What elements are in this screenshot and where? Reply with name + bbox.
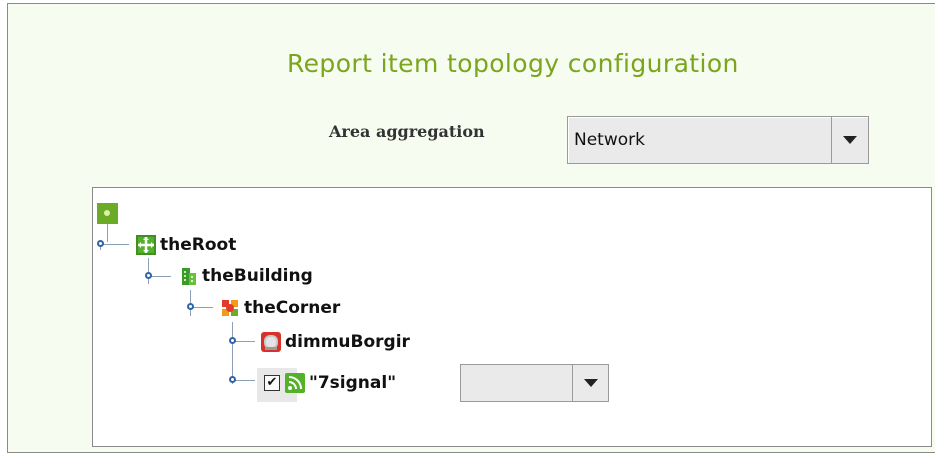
area-aggregation-value: Network xyxy=(574,130,645,150)
tree-node-label: theBuilding xyxy=(202,266,313,286)
tree-toggle-icon[interactable] xyxy=(229,337,236,344)
tree-node-dimmuborgir[interactable]: dimmuBorgir xyxy=(261,331,410,353)
area-aggregation-select[interactable]: Network xyxy=(567,116,869,164)
page-title: Report item topology configuration xyxy=(287,49,739,78)
tree-connector xyxy=(232,322,233,384)
tree-connector xyxy=(148,258,149,284)
area-aggregation-label: Area aggregation xyxy=(329,122,485,141)
tree-toggle-icon[interactable] xyxy=(97,240,104,247)
tree-connector xyxy=(235,341,255,342)
signal-icon xyxy=(285,373,305,393)
tree-connector xyxy=(103,244,129,245)
tree-node-label: "7signal" xyxy=(309,373,397,393)
tree-toggle-icon[interactable] xyxy=(145,272,152,279)
device-icon xyxy=(261,332,281,352)
signal-select[interactable] xyxy=(460,364,609,402)
root-icon xyxy=(136,235,156,255)
tree-toggle-icon[interactable] xyxy=(229,376,236,383)
tree-node-7signal[interactable]: ✔ "7signal" xyxy=(264,372,396,394)
signal-select-dropdown-button[interactable] xyxy=(572,365,608,401)
tree-connector xyxy=(151,276,171,277)
tree-toggle-icon[interactable] xyxy=(187,303,194,310)
chevron-down-icon xyxy=(843,136,857,144)
tree-node-label: theRoot xyxy=(160,235,237,255)
area-aggregation-dropdown-button[interactable] xyxy=(831,117,868,163)
signal-checkbox[interactable]: ✔ xyxy=(264,375,280,391)
tree-root-marker-icon xyxy=(97,203,118,224)
tree-node-thebuilding[interactable]: theBuilding xyxy=(178,265,313,287)
tree-node-thecorner[interactable]: theCorner xyxy=(220,297,340,319)
topology-tree xyxy=(92,187,932,447)
building-icon xyxy=(178,266,198,286)
tree-node-label: theCorner xyxy=(244,298,341,318)
chevron-down-icon xyxy=(584,379,598,387)
tree-connector xyxy=(193,307,213,308)
tree-connector xyxy=(107,224,108,242)
corner-icon xyxy=(220,298,240,318)
tree-connector xyxy=(235,380,255,381)
tree-node-theroot[interactable]: theRoot xyxy=(136,234,236,256)
tree-node-label: dimmuBorgir xyxy=(285,332,410,352)
